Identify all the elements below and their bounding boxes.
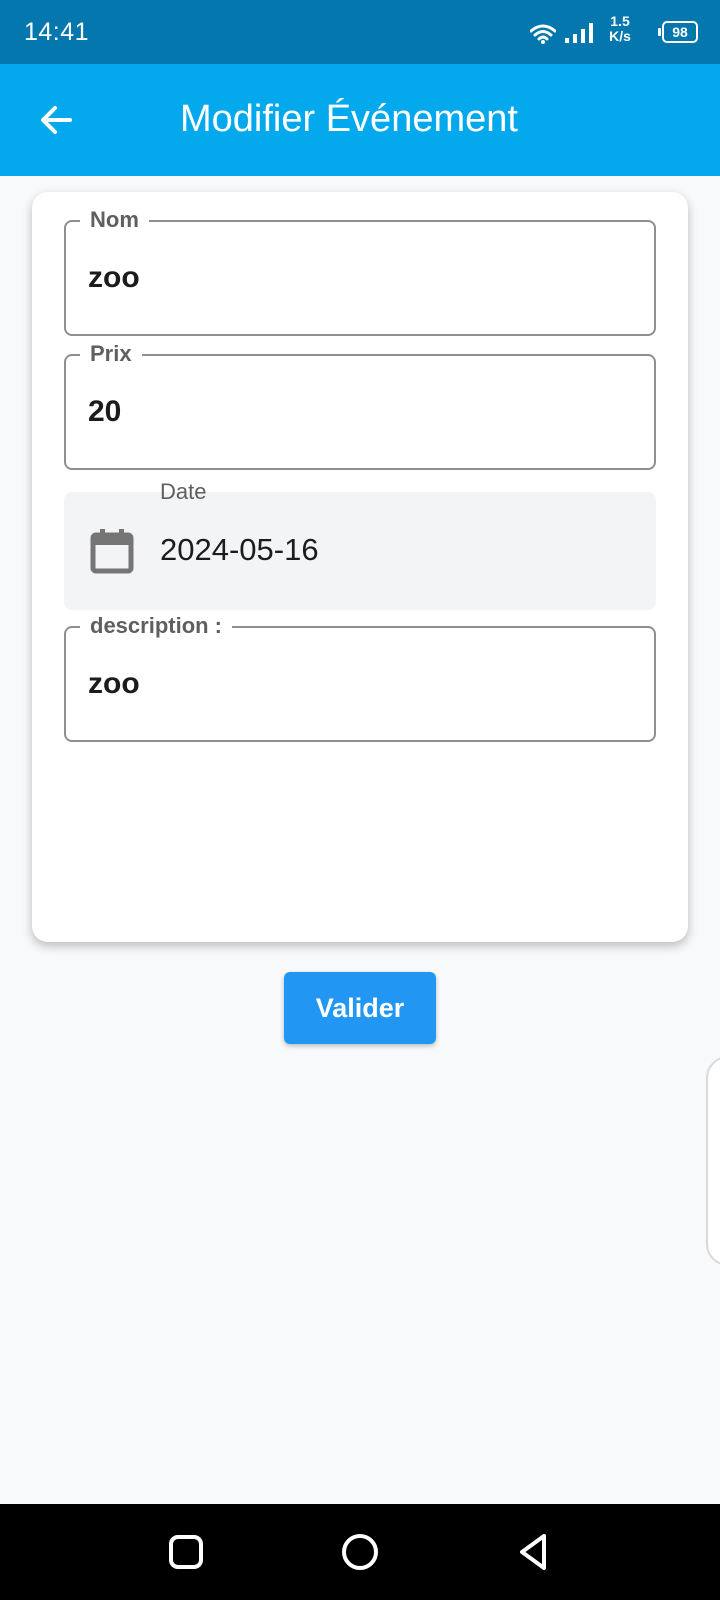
edge-panel-handle[interactable]: [706, 1056, 720, 1266]
network-speed: 1.5 K/s: [600, 14, 640, 44]
wifi-icon: [530, 24, 556, 44]
signal-icon: [565, 23, 593, 43]
name-field[interactable]: Nom zoo: [64, 206, 656, 336]
description-field-value[interactable]: zoo: [88, 664, 140, 704]
name-field-value[interactable]: zoo: [88, 258, 140, 298]
event-form-card: Nom zoo Prix 20 Date 2024-05-16 descript…: [32, 192, 688, 942]
status-time: 14:41: [24, 18, 90, 46]
description-field[interactable]: description : zoo: [64, 612, 656, 742]
back-button[interactable]: [28, 92, 84, 148]
app-bar: Modifier Événement: [0, 64, 720, 176]
network-speed-value: 1.5: [610, 13, 630, 29]
calendar-icon: [90, 529, 134, 574]
price-field-value[interactable]: 20: [88, 392, 121, 432]
page-title: Modifier Événement: [180, 98, 518, 140]
battery-icon: 98: [658, 21, 698, 43]
price-field-label: Prix: [80, 340, 142, 368]
nav-back-button[interactable]: [510, 1528, 558, 1576]
submit-button[interactable]: Valider: [284, 972, 436, 1044]
description-field-label: description :: [80, 612, 233, 640]
arrow-left-icon: [41, 106, 72, 134]
recents-button[interactable]: [162, 1528, 210, 1576]
name-field-label: Nom: [80, 206, 149, 234]
network-speed-unit: K/s: [609, 28, 631, 44]
home-button[interactable]: [336, 1528, 384, 1576]
date-field-label: Date: [160, 479, 207, 504]
battery-level: 98: [672, 24, 688, 40]
navigation-bar: [0, 1504, 720, 1600]
status-icons: 1.5 K/s 98: [498, 14, 698, 50]
date-field[interactable]: Date 2024-05-16: [64, 479, 656, 610]
price-field[interactable]: Prix 20: [64, 340, 656, 470]
status-bar: 14:41 1.5 K/s 98: [0, 0, 720, 64]
date-field-value[interactable]: 2024-05-16: [160, 530, 319, 570]
